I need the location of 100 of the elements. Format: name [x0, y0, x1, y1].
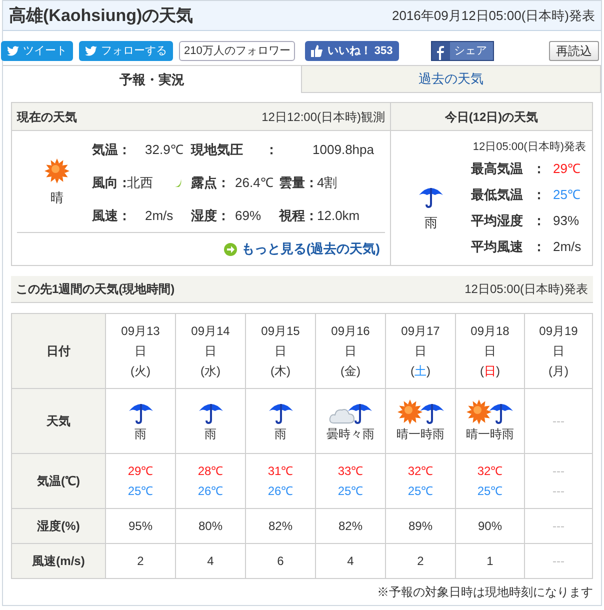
field-value: 93% — [552, 212, 580, 230]
arrow-circle-icon — [224, 242, 238, 256]
date-text: 日 — [344, 343, 356, 360]
date-text: 09月13 — [121, 323, 160, 340]
row-header: 天気 — [12, 389, 106, 454]
high-temp: 28℃ — [198, 463, 224, 480]
issued-time: 2016年09月12日05:00(日本時)発表 — [392, 6, 595, 25]
date-text: 日 — [134, 343, 146, 360]
table-cell-text: 80% — [198, 518, 223, 535]
field-value: 12.0km — [317, 206, 360, 225]
table-cell-text: 2 — [137, 553, 144, 570]
share-button[interactable]: シェア — [430, 41, 494, 61]
reload-button[interactable]: 再読込 — [549, 41, 599, 61]
section-title: 現在の天気 — [17, 108, 77, 126]
low-temp: --- — [552, 483, 564, 500]
high-temp: 32℃ — [408, 463, 434, 480]
table-cell-text: 82% — [338, 518, 363, 535]
low-temp: 26℃ — [268, 483, 294, 500]
high-temp: 31℃ — [268, 463, 294, 480]
weekday-text: (木) — [270, 363, 290, 380]
weather-label: 晴一時雨 — [466, 426, 514, 443]
observed-time: 12日12:00(日本時)観測 — [262, 108, 385, 126]
field-separator: ： — [265, 140, 278, 159]
table-cell-text: 95% — [128, 518, 153, 535]
weekday-text: (月) — [548, 363, 568, 380]
low-temp: 25℃ — [338, 483, 364, 500]
sun-icon — [396, 399, 422, 425]
field-label: 雲量： — [279, 174, 317, 192]
date-text: 09月18 — [470, 323, 510, 340]
field-value: 25℃ — [552, 186, 580, 204]
field-label: 平均風速 — [471, 238, 524, 256]
field-label: 最低気温 — [471, 186, 524, 204]
field-label: 風速： — [92, 206, 127, 225]
footnote: ※予報の対象日時は現地時刻になります — [377, 585, 593, 599]
field-label: 最高気温 — [471, 160, 524, 178]
issued-time: 12日05:00(日本時)発表 — [472, 141, 586, 153]
table-cell-text: 4 — [207, 553, 214, 570]
weekday-text: (火) — [130, 363, 150, 380]
table-cell-text: --- — [552, 553, 564, 570]
weekday-text: (土) — [410, 363, 430, 380]
table-cell-text: 6 — [277, 553, 284, 570]
field-value: 2m/s — [144, 206, 174, 225]
field-label: 露点： — [191, 174, 231, 192]
high-temp: --- — [552, 463, 564, 480]
page-title: 高雄(Kaohsiung)の天気 — [9, 4, 194, 27]
field-label: 湿度： — [191, 206, 231, 225]
date-text: 09月15 — [261, 323, 300, 340]
table-cell-text: 90% — [478, 518, 502, 535]
field-value: 69% — [235, 206, 262, 225]
field-value: 4割 — [317, 174, 338, 192]
table-cell-text: --- — [552, 518, 564, 535]
date-text: 09月19 — [539, 323, 578, 340]
field-label: 気温： — [92, 140, 127, 159]
tweet-button[interactable]: ツイート — [1, 41, 73, 61]
date-text: 日 — [484, 343, 496, 360]
weather-label: 曇時々雨 — [326, 426, 374, 443]
field-value: 北西 — [127, 174, 153, 192]
tab[interactable]: 過去の天気 — [301, 65, 601, 93]
field-value: 1009.8hpa — [312, 140, 374, 159]
weather-label: 晴一時雨 — [396, 426, 444, 443]
section-title: 今日(12日)の天気 — [444, 108, 538, 126]
low-temp: 25℃ — [408, 483, 434, 500]
follow-button[interactable]: フォローする — [79, 41, 173, 61]
row-header: 湿度(%) — [12, 509, 106, 544]
field-separator: ： — [532, 186, 546, 204]
row-header: 風速(m/s) — [12, 544, 106, 579]
field-label: 現地気圧 — [191, 140, 243, 159]
field-label: 風向： — [92, 174, 127, 192]
date-text: 日 — [552, 343, 564, 360]
weather-label: 雨 — [274, 426, 286, 443]
date-text: 09月16 — [331, 323, 370, 340]
field-separator: ： — [532, 238, 546, 256]
table-cell-text: 1 — [486, 553, 494, 570]
thumbs-up-icon — [311, 45, 324, 57]
weather-label: 雨 — [134, 426, 146, 443]
field-value: 2m/s — [552, 238, 582, 256]
weather-label: 雨 — [204, 426, 216, 443]
date-text: 日 — [274, 343, 286, 360]
weather-label: --- — [552, 413, 564, 430]
row-header: 日付 — [12, 314, 106, 389]
high-temp: 33℃ — [338, 463, 364, 480]
bird-icon — [85, 46, 97, 56]
bird-icon — [7, 46, 19, 56]
table-cell-text: 82% — [268, 518, 293, 535]
table-cell-text: 2 — [417, 553, 424, 570]
low-temp: 25℃ — [477, 483, 503, 500]
row-header: 気温(℃) — [12, 454, 106, 509]
sun-icon — [466, 399, 492, 425]
weather-label: 雨 — [424, 214, 438, 232]
table-cell-text: 4 — [347, 553, 354, 570]
more-link[interactable]: もっと見る(過去の天気) — [224, 239, 380, 259]
section-title: この先1週間の天気(現地時間) — [16, 281, 175, 298]
like-button[interactable]: いいね！ 353 — [305, 41, 399, 61]
weather-label: 晴 — [50, 188, 64, 207]
weekday-text: (水) — [200, 363, 220, 380]
weekday-text: (金) — [340, 363, 360, 380]
high-temp: 29℃ — [128, 463, 154, 480]
field-label: 視程： — [279, 206, 317, 225]
field-separator: ： — [532, 212, 546, 230]
low-temp: 25℃ — [128, 483, 154, 500]
